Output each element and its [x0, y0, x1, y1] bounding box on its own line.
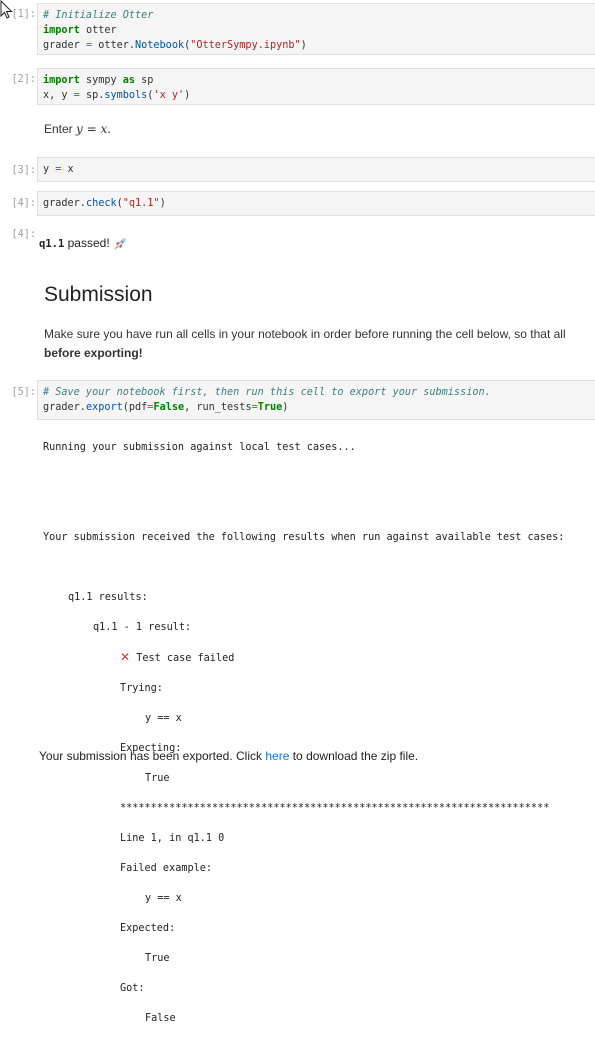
expected-value: True [145, 953, 170, 964]
code-cell-4[interactable]: grader.check("q1.1") [37, 191, 595, 216]
trying-code: y == x [145, 713, 182, 724]
cell-2-prompt: [2]: [11, 74, 36, 85]
markdown-enter-prompt: Enter y = x. [44, 122, 111, 136]
code-cell-2[interactable]: import sympy as sp x, y = sp.symbols('x y… [37, 68, 595, 105]
code-line: import sympy as sp [43, 75, 154, 86]
download-zip-link[interactable]: here [265, 749, 289, 763]
code-cell-3[interactable]: y = x [37, 157, 595, 182]
x-mark-icon: ✕ [120, 650, 131, 664]
passed-text: passed! [64, 236, 110, 250]
cell-5-prompt: [5]: [11, 387, 36, 398]
code-cell-5[interactable]: # Save your notebook first, then run thi… [37, 380, 595, 420]
line-info: Line 1, in q1.1 0 [120, 833, 225, 844]
submission-instructions-line2: before exporting! [44, 346, 143, 360]
output-4-prompt: [4]: [11, 229, 36, 240]
code-line: grader.check("q1.1") [43, 198, 166, 209]
check-output: q1.1 passed! [39, 236, 128, 251]
expecting-value: True [145, 773, 170, 784]
cell-4-prompt: [4]: [11, 198, 36, 209]
separator-stars: ****************************************… [120, 803, 550, 814]
trying-label: Trying: [120, 683, 163, 694]
code-cell-1[interactable]: # Initialize Otter import otter grader = o… [37, 3, 595, 55]
expected-label: Expected: [120, 923, 176, 934]
failed-label: Test case failed [136, 653, 235, 664]
code-line: # Initialize Otter [43, 10, 154, 21]
enter-math: y = x. [76, 122, 112, 136]
code-line: y = x [43, 164, 74, 175]
code-line: import otter [43, 25, 117, 36]
code-line: grader = otter.Notebook("OtterSympy.ipyn… [43, 40, 307, 51]
failed-example-code: y == x [145, 893, 182, 904]
submission-instructions-line1: Make sure you have run all cells in your… [44, 327, 566, 341]
code-line: x, y = sp.symbols('x y') [43, 90, 191, 101]
cell-1-prompt: [1]: [11, 9, 36, 20]
received-line: Your submission received the following r… [43, 532, 565, 543]
results-header: q1.1 results: [68, 592, 148, 603]
export-message-before: Your submission has been exported. Click [39, 749, 266, 763]
got-value: False [145, 1013, 176, 1024]
code-line: # Save your notebook first, then run thi… [43, 387, 491, 398]
got-label: Got: [120, 983, 145, 994]
export-message: Your submission has been exported. Click… [39, 749, 418, 763]
cell-3-prompt: [3]: [11, 165, 36, 176]
export-message-after: to download the zip file. [289, 749, 419, 763]
export-output: Running your submission against local te… [43, 425, 564, 1041]
enter-text: Enter [44, 122, 77, 136]
failed-example-label: Failed example: [120, 863, 213, 874]
test-name: q1.1 [39, 238, 65, 250]
code-line: grader.export(pdf=False, run_tests=True) [43, 402, 289, 413]
rocket-icon [114, 238, 126, 250]
result-line: q1.1 - 1 result: [93, 622, 192, 633]
submission-heading: Submission [44, 283, 153, 306]
running-line: Running your submission against local te… [43, 442, 356, 453]
test-failed-line: ✕ Test case failed [43, 650, 564, 666]
